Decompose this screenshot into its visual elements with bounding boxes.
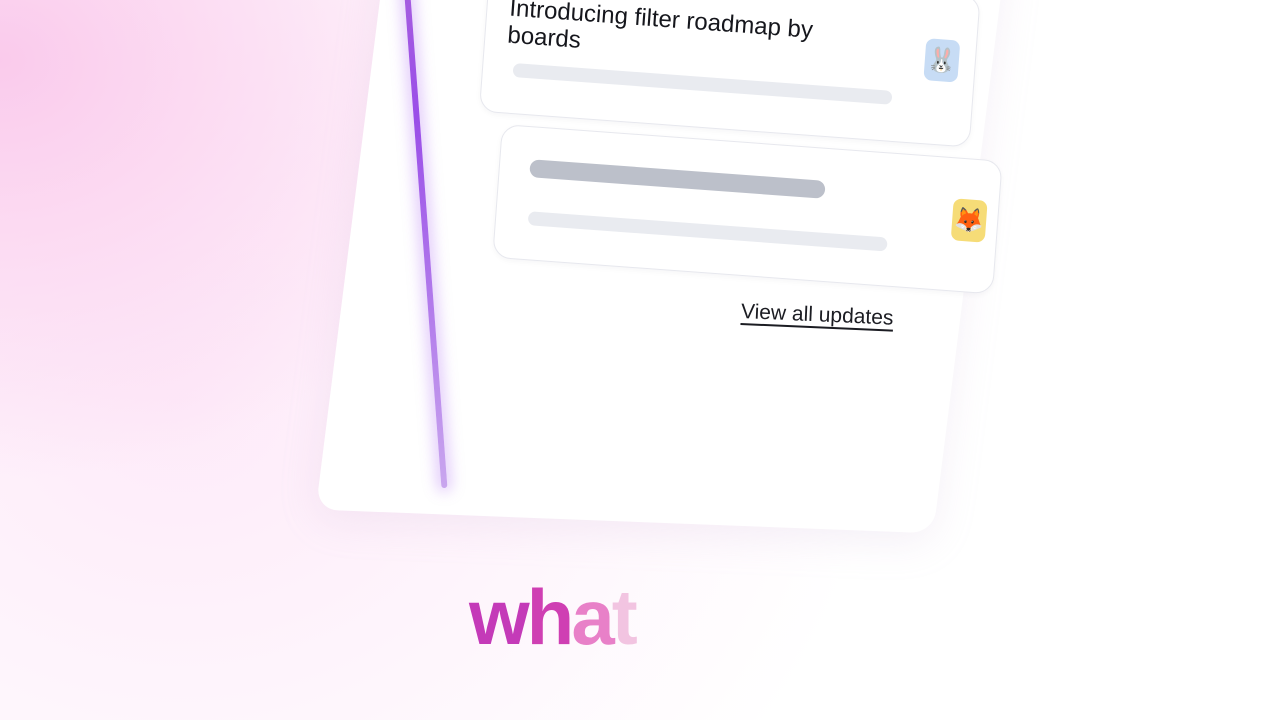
avatar-glyph: 🐰 bbox=[925, 45, 958, 75]
skeleton-title bbox=[529, 159, 826, 199]
headline-letter: t bbox=[611, 573, 638, 661]
headline-letter: h bbox=[526, 573, 575, 661]
stage: Introducing filter roadmap by boards 🐰 🦊… bbox=[0, 0, 1280, 720]
headline-letter: a bbox=[571, 573, 614, 661]
update-card-title: Introducing filter roadmap by boards bbox=[506, 0, 814, 54]
headline-word: what bbox=[469, 573, 638, 661]
rabbit-icon: 🐰 bbox=[923, 38, 961, 83]
headline-letter: w bbox=[469, 573, 530, 661]
skeleton-line bbox=[527, 211, 888, 252]
avatar-glyph: 🦊 bbox=[953, 205, 986, 236]
fox-icon: 🦊 bbox=[950, 198, 988, 243]
